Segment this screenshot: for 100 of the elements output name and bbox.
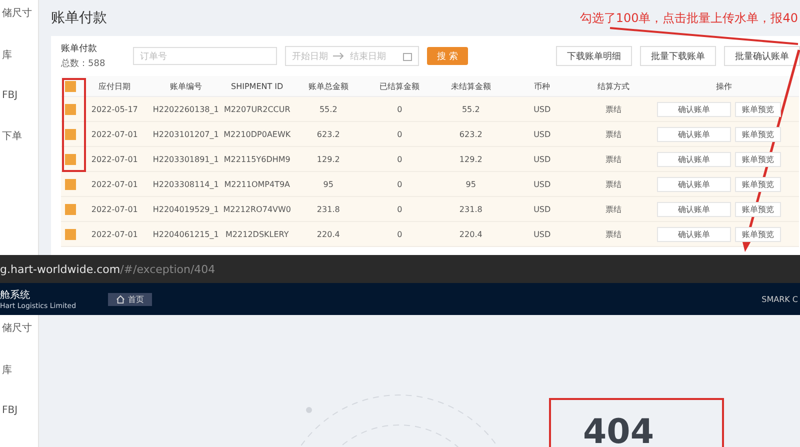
column-header: 应付日期: [98, 82, 131, 90]
table-cell: H2203308114_1: [152, 180, 219, 188]
table-cell: 95: [466, 180, 476, 188]
table-cell: M2212DSKLERY: [226, 230, 289, 238]
page-title: 账单付款: [51, 9, 107, 27]
row-checkbox[interactable]: [64, 128, 76, 140]
order-input-field[interactable]: 订单号: [133, 47, 277, 65]
row-checkbox[interactable]: [64, 154, 76, 164]
table-cell: 票结: [605, 230, 622, 238]
table-cell: USD: [534, 130, 551, 138]
table-cell: 2022-07-01: [91, 130, 138, 138]
sidebar-item[interactable]: FBJ: [0, 90, 38, 101]
table-cell: 票结: [605, 154, 622, 164]
table-cell: 2022-07-01: [91, 180, 138, 188]
table-cell: M2211OMP4T9A: [224, 180, 290, 188]
table-cell: 231.8: [316, 204, 340, 214]
table-cell: H2203101207_1: [152, 130, 219, 138]
row-action-button[interactable]: 账单预览: [735, 202, 781, 216]
arrow-icon: [333, 52, 345, 60]
row-action-button[interactable]: 确认账单: [657, 226, 731, 242]
row-action-button[interactable]: 账单预览: [735, 126, 781, 142]
table-cell: 220.4: [459, 230, 482, 238]
sidebar-item[interactable]: 库: [0, 363, 38, 377]
row-checkbox[interactable]: [64, 104, 76, 114]
table-cell: 95: [323, 180, 334, 188]
table-cell: USD: [534, 204, 551, 214]
column-header: 结算方式: [597, 82, 630, 90]
table-cell: H2204019529_1: [152, 204, 219, 214]
row-checkbox[interactable]: [64, 228, 76, 240]
row-action-button[interactable]: 账单预览: [735, 176, 781, 192]
sidebar-item[interactable]: 库: [0, 48, 38, 62]
user-name[interactable]: SMARK C: [762, 294, 798, 304]
table-cell: M2212RO74VW0: [223, 204, 292, 214]
annotation-text: 勾选了100单，点击批量上传水单，报40: [580, 10, 798, 26]
row-action-button[interactable]: 确认账单: [657, 176, 731, 192]
row-action-button[interactable]: 账单预览: [735, 102, 781, 116]
table-cell: 231.8: [459, 204, 482, 214]
table-cell: H2202260138_1: [152, 104, 219, 114]
total-count: 总数：588: [61, 58, 106, 70]
row-action-button[interactable]: 确认账单: [657, 202, 731, 216]
column-header: 未结算金额: [450, 82, 491, 90]
table-cell: USD: [534, 154, 551, 164]
sidebar-item[interactable]: FBJ: [0, 405, 38, 416]
table-cell: M22115Y6DHM9: [224, 154, 290, 164]
table-cell: 0: [397, 154, 402, 164]
summary-title: 账单付款: [61, 42, 98, 55]
column-header: 已结算金额: [380, 82, 420, 90]
table-cell: 2022-05-17: [91, 104, 138, 114]
table-cell: USD: [534, 180, 551, 188]
row-action-button[interactable]: 账单预览: [735, 152, 781, 166]
error-code: 404: [583, 412, 655, 447]
row-action-button[interactable]: 确认账单: [657, 152, 731, 166]
row-action-button[interactable]: 确认账单: [657, 126, 731, 142]
calendar-icon: [403, 52, 412, 60]
table-cell: 129.2: [459, 154, 482, 164]
table-cell: 0: [397, 230, 402, 238]
home-icon: [116, 294, 125, 304]
table-cell: 票结: [605, 204, 622, 214]
table-cell: 55.2: [462, 104, 480, 114]
column-header: 账单编号: [170, 82, 202, 90]
table-cell: 票结: [605, 130, 622, 138]
row-action-button[interactable]: 确认账单: [657, 102, 731, 116]
sidebar-item[interactable]: 储尺寸: [0, 6, 38, 20]
table-cell: USD: [534, 104, 551, 114]
action-button[interactable]: 批量下载账单: [640, 46, 716, 66]
table-cell: 0: [397, 104, 402, 114]
row-checkbox[interactable]: [64, 204, 76, 214]
table-cell: 623.2: [316, 130, 340, 138]
url-text: g.hart-worldwide.com/#/exception/404: [0, 262, 216, 276]
table-cell: 2022-07-01: [91, 204, 138, 214]
select-all-checkbox[interactable]: [64, 80, 76, 92]
column-header: SHIPMENT ID: [231, 82, 284, 90]
table-cell: 220.4: [316, 230, 340, 238]
column-header: 币种: [534, 82, 550, 90]
table-cell: 0: [397, 180, 402, 188]
table-cell: 0: [397, 204, 402, 214]
sidebar-item[interactable]: 下单: [0, 129, 38, 143]
table-cell: M2210DP0AEWK: [224, 130, 291, 138]
table-cell: H2203301891_1: [152, 154, 219, 164]
table-cell: USD: [534, 230, 551, 238]
column-header: 账单总金额: [308, 82, 348, 90]
home-tab[interactable]: 首页: [108, 292, 152, 306]
column-header: 操作: [716, 82, 732, 90]
table-cell: H2204061215_1: [152, 230, 219, 238]
table-cell: M2207UR2CCUR: [224, 104, 290, 114]
table-cell: 2022-07-01: [91, 154, 138, 164]
table-cell: 票结: [605, 104, 622, 114]
table-cell: 票结: [605, 180, 622, 188]
table-cell: 623.2: [459, 130, 482, 138]
address-bar[interactable]: g.hart-worldwide.com/#/exception/404: [0, 255, 800, 283]
table-cell: 2022-07-01: [91, 230, 138, 238]
action-button[interactable]: 下载账单明细: [556, 46, 632, 66]
action-button[interactable]: 批量确认账单: [724, 46, 800, 66]
table-cell: 129.2: [316, 154, 340, 164]
table-cell: 0: [397, 130, 402, 138]
brand-name: 舱系统: [0, 288, 31, 302]
sidebar-item[interactable]: 储尺寸: [0, 321, 38, 335]
table-cell: 55.2: [319, 104, 338, 114]
row-checkbox[interactable]: [64, 178, 76, 190]
row-action-button[interactable]: 账单预览: [735, 226, 781, 242]
